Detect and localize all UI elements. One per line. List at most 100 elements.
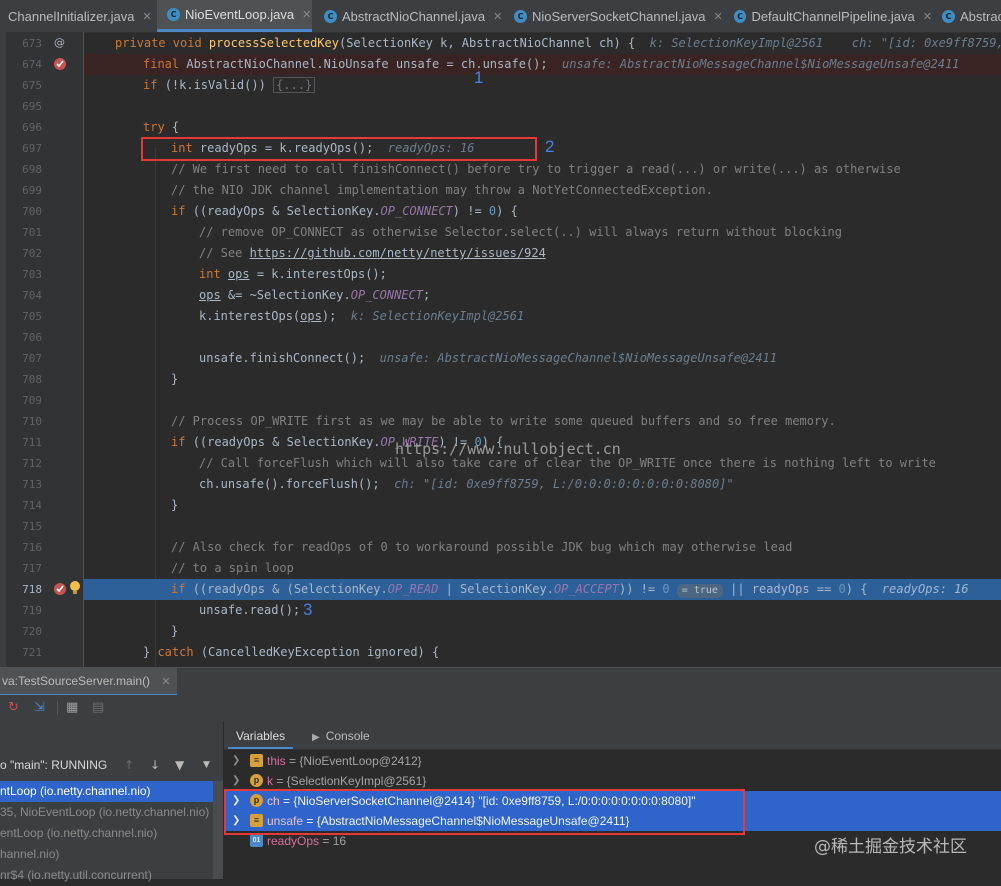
line-number: 705 (22, 310, 42, 323)
code-line-716: // Also check for readOps of 0 to workar… (171, 540, 793, 554)
int-icon: 01 (250, 834, 263, 847)
inline-value-badge: = true (676, 584, 723, 598)
code-line-705: k.interestOps(ops); k: SelectionKeyImpl@… (199, 309, 525, 323)
variable-row-k[interactable]: ❯ p k = {SelectionKeyImpl@2561} (224, 771, 1001, 791)
frame-row[interactable]: 35, NioEventLoop (io.netty.channel.nio) (0, 802, 223, 823)
annotation-number-2: 2 (545, 137, 555, 156)
line-number: 710 (22, 415, 42, 428)
code-line-673: private void processSelectedKey(Selectio… (115, 36, 1001, 50)
frame-row[interactable]: hannel.nio) (0, 844, 223, 865)
issue-link[interactable]: https://github.com/netty/netty/issues/92… (250, 246, 546, 260)
tab-abstract-truncated[interactable]: C Abstrac (934, 0, 1001, 32)
code-line-702: // See https://github.com/netty/netty/is… (199, 246, 546, 260)
line-number: 719 (22, 604, 42, 617)
breakpoint-icon[interactable] (53, 57, 67, 74)
chevron-right-icon[interactable]: ❯ (232, 751, 240, 771)
tab-label: NioServerSocketChannel.java (532, 8, 706, 24)
class-icon: C (514, 9, 527, 23)
arrow-down-icon[interactable]: ↓ (150, 755, 160, 776)
line-number: 707 (22, 352, 42, 365)
line-number-gutter: 673 674 675 695 696 697 698 699 700 701 … (6, 32, 84, 667)
tab-default-channel-pipeline[interactable]: C DefaultChannelPipeline.java ✕ (726, 0, 932, 32)
show-execution-point-icon[interactable]: ⇲ (34, 700, 45, 715)
line-number: 713 (22, 478, 42, 491)
tab-abstract-nio-channel[interactable]: C AbstractNioChannel.java ✕ (316, 0, 504, 32)
debug-toolbar: ↻ ⇲ ▦ ▤ (0, 695, 1001, 722)
line-number: 712 (22, 457, 42, 470)
frame-row-selected[interactable]: ntLoop (io.netty.channel.nio) (0, 781, 223, 802)
debug-session-tab[interactable]: va:TestSourceServer.main() ✕ (0, 668, 177, 696)
code-line-710: // Process OP_WRITE first as we may be a… (171, 414, 836, 428)
restore-layout-icon[interactable]: ▤ (92, 700, 104, 715)
line-number: 674 (22, 58, 42, 71)
code-line-701: // remove OP_CONNECT as otherwise Select… (199, 225, 842, 239)
tab-label: Abstrac (960, 8, 1001, 24)
line-number: 698 (22, 163, 42, 176)
restart-icon[interactable]: ↻ (8, 700, 19, 715)
code-line-718-current: if ((readyOps & (SelectionKey.OP_READ | … (84, 579, 1001, 600)
annotation-number-3: 3 (303, 600, 313, 619)
code-line-713: ch.unsafe().forceFlush(); ch: "[id: 0xe9… (199, 477, 734, 491)
debug-session-bar: va:TestSourceServer.main() ✕ (0, 667, 1001, 696)
frame-row[interactable]: nr$4 (io.netty.util.concurrent) (0, 865, 223, 886)
line-number-current: 718 (22, 583, 42, 596)
line-number: 706 (22, 331, 42, 344)
class-icon: C (734, 9, 747, 23)
tab-console[interactable]: ▶ Console (312, 721, 370, 749)
line-number: 716 (22, 541, 42, 554)
override-marker-icon[interactable]: @ (54, 36, 65, 49)
line-number: 709 (22, 394, 42, 407)
close-icon[interactable]: ✕ (493, 10, 502, 23)
layout-grid-icon[interactable]: ▦ (66, 700, 78, 715)
line-number: 711 (22, 436, 42, 449)
debug-tabs: Variables ▶ Console (224, 721, 1001, 750)
console-icon: ▶ (312, 732, 320, 743)
close-icon[interactable]: ✕ (161, 675, 170, 688)
line-number: 697 (22, 142, 42, 155)
frames-scrollbar[interactable] (213, 781, 223, 879)
chevron-down-icon[interactable]: ▼ (203, 755, 210, 776)
code-line-719: unsafe.read(); (199, 603, 301, 617)
code-editor[interactable]: private void processSelectedKey(Selectio… (84, 32, 1001, 667)
thread-status: o "main": RUNNING (0, 758, 108, 772)
tab-variables[interactable]: Variables (228, 721, 294, 749)
line-number: 720 (22, 625, 42, 638)
variable-row-this[interactable]: ❯ ≡ this = {NioEventLoop@2412} (224, 751, 1001, 771)
close-icon[interactable]: ✕ (302, 8, 311, 21)
chevron-right-icon[interactable]: ❯ (232, 771, 240, 791)
tab-channel-initializer[interactable]: ChannelInitializer.java ✕ (0, 0, 155, 32)
tab-label: ChannelInitializer.java (8, 8, 135, 24)
code-line-717: // to a spin loop (171, 561, 294, 575)
code-line-675: if (!k.isValid()) {...} (84, 75, 1001, 96)
thread-selector[interactable]: o "main": RUNNING ↑ ↓ ▼ ▼ (0, 755, 223, 776)
footer-watermark: @稀土掘金技术社区 (814, 837, 967, 857)
code-line-720: } (171, 624, 179, 638)
toolbar-separator (57, 701, 58, 715)
editor-tab-bar: ChannelInitializer.java ✕ C NioEventLoop… (0, 0, 1001, 33)
filter-icon[interactable]: ▼ (175, 755, 184, 776)
frame-row[interactable]: entLoop (io.netty.channel.nio) (0, 823, 223, 844)
code-line-707: unsafe.finishConnect(); unsafe: Abstract… (199, 351, 777, 365)
tab-nio-server-socket-channel[interactable]: C NioServerSocketChannel.java ✕ (506, 0, 724, 32)
close-icon[interactable]: ✕ (142, 10, 151, 23)
breakpoint-icon[interactable] (53, 582, 67, 599)
close-icon[interactable]: ✕ (713, 10, 722, 23)
class-icon: C (167, 8, 180, 21)
line-number: 703 (22, 268, 42, 281)
code-line-700: if ((readyOps & SelectionKey.OP_CONNECT)… (171, 204, 518, 218)
line-number: 714 (22, 499, 42, 512)
annotation-number-1: 1 (474, 68, 484, 87)
code-line-674: final AbstractNioChannel.NioUnsafe unsaf… (84, 54, 1001, 75)
line-number: 704 (22, 289, 42, 302)
code-line-708: } (171, 372, 179, 386)
class-icon: C (942, 9, 955, 23)
tab-nio-event-loop[interactable]: C NioEventLoop.java ✕ (157, 0, 312, 32)
line-number: 673 (22, 37, 42, 50)
lightbulb-icon[interactable] (69, 580, 81, 599)
arrow-up-icon[interactable]: ↑ (124, 755, 134, 776)
param-icon: p (250, 774, 263, 787)
code-line-703: int ops = k.interestOps(); (199, 267, 387, 281)
line-number: 696 (22, 121, 42, 134)
close-icon[interactable]: ✕ (923, 10, 932, 23)
folded-region[interactable]: {...} (273, 77, 316, 93)
